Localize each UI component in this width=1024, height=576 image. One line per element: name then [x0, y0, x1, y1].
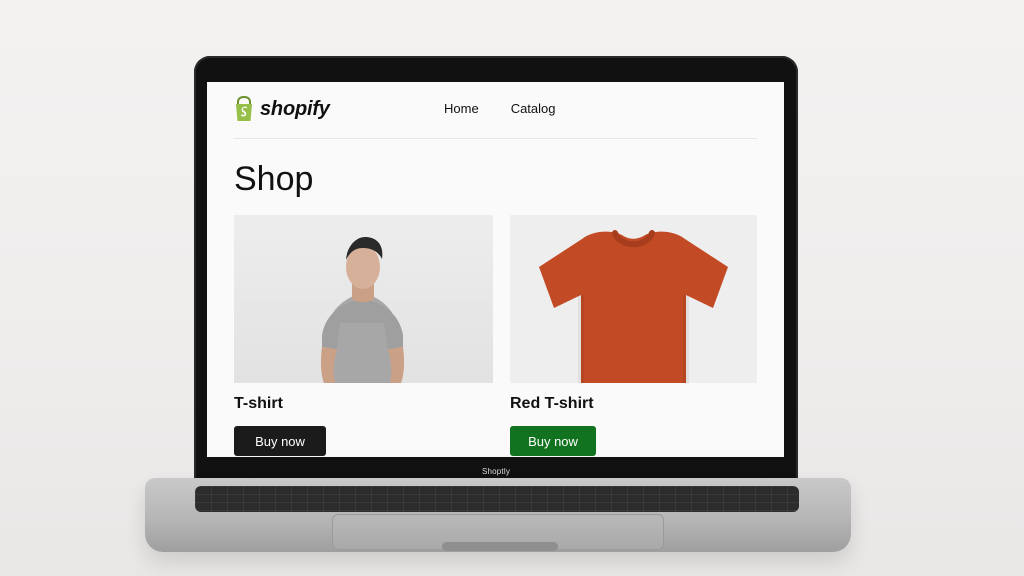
buy-now-button[interactable]: Buy now [234, 426, 326, 456]
shopping-bag-icon [236, 96, 252, 121]
product-title: Red T-shirt [510, 395, 594, 412]
brand-wordmark: shopify [260, 97, 330, 120]
product-image-red-tshirt[interactable] [510, 215, 757, 383]
model-wearing-gray-tshirt-image [234, 215, 493, 383]
primary-nav: Home Catalog [444, 101, 556, 116]
buy-now-button[interactable]: Buy now [510, 426, 596, 456]
keyboard [195, 486, 799, 512]
product-card-red-tshirt: Red T-shirt Buy now [510, 215, 757, 456]
browser-viewport: shopify Home Catalog Shop T-shirt Buy no… [207, 82, 784, 457]
laptop: shopify Home Catalog Shop T-shirt Buy no… [0, 0, 1024, 576]
site-logo[interactable]: shopify [234, 96, 330, 122]
site-header: shopify Home Catalog [207, 82, 784, 139]
nav-catalog-link[interactable]: Catalog [511, 101, 556, 116]
product-image-tshirt[interactable] [234, 215, 493, 383]
header-divider [234, 138, 757, 139]
nav-home-link[interactable]: Home [444, 101, 479, 116]
product-card-tshirt: T-shirt Buy now [234, 215, 493, 456]
page-title: Shop [234, 160, 314, 198]
product-title: T-shirt [234, 395, 283, 412]
laptop-front-notch [442, 542, 558, 551]
red-tshirt-image [510, 215, 757, 383]
